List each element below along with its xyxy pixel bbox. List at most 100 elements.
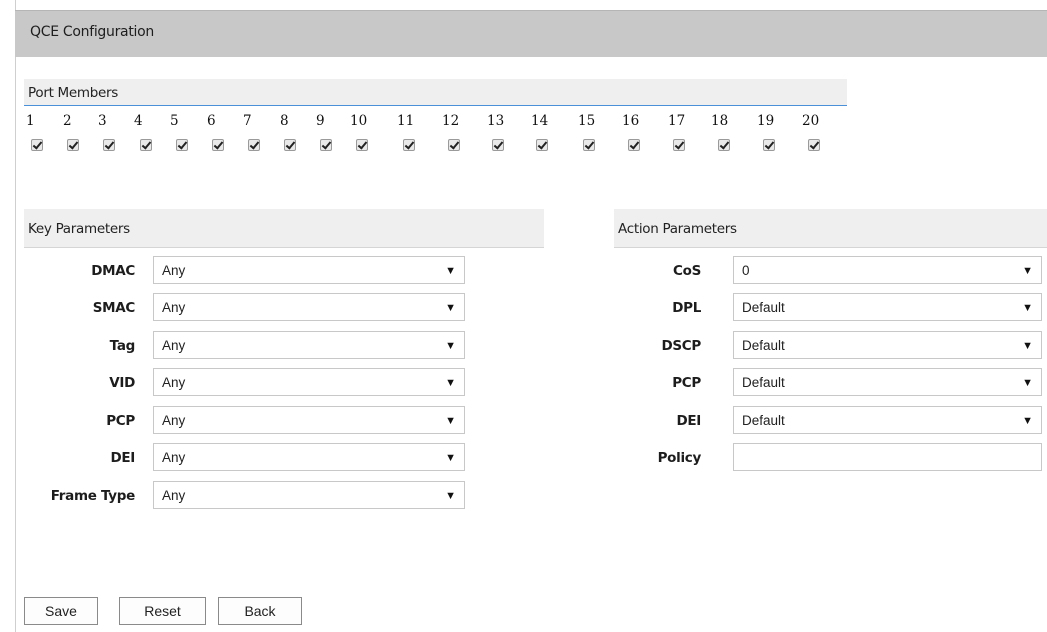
save-button[interactable]: Save bbox=[24, 597, 98, 625]
key-pcp-label: PCP bbox=[106, 413, 135, 429]
title-bar: QCE Configuration bbox=[15, 10, 1047, 57]
port-checkbox-11[interactable] bbox=[403, 139, 415, 151]
action-dscp-select[interactable]: Default ▼ bbox=[733, 331, 1042, 359]
key-dei-label: DEI bbox=[110, 450, 135, 466]
key-frame-type-selected-value: Any bbox=[162, 488, 186, 503]
action-dpl-selected-value: Default bbox=[742, 300, 785, 315]
port-checkbox-16[interactable] bbox=[628, 139, 640, 151]
action-cos-label: CoS bbox=[672, 263, 701, 279]
action-policy-input[interactable] bbox=[733, 443, 1042, 471]
chevron-down-icon: ▼ bbox=[445, 302, 456, 314]
chevron-down-icon: ▼ bbox=[445, 377, 456, 389]
chevron-down-icon: ▼ bbox=[1022, 302, 1033, 314]
port-checkbox-19[interactable] bbox=[763, 139, 775, 151]
port-number-18: 18 bbox=[711, 113, 729, 129]
key-parameters-heading: Key Parameters bbox=[28, 221, 130, 237]
key-tag-select[interactable]: Any ▼ bbox=[153, 331, 465, 359]
key-parameters-header: Key Parameters bbox=[24, 209, 544, 248]
key-dmac-select[interactable]: Any ▼ bbox=[153, 256, 465, 284]
chevron-down-icon: ▼ bbox=[1022, 415, 1033, 427]
port-checkbox-2[interactable] bbox=[67, 139, 79, 151]
port-number-2: 2 bbox=[63, 113, 72, 129]
action-dei-label: DEI bbox=[676, 413, 701, 429]
action-dei-select[interactable]: Default ▼ bbox=[733, 406, 1042, 434]
action-pcp-select[interactable]: Default ▼ bbox=[733, 368, 1042, 396]
port-checkbox-5[interactable] bbox=[176, 139, 188, 151]
port-number-10: 10 bbox=[350, 113, 368, 129]
action-policy-label: Policy bbox=[657, 450, 702, 466]
chevron-down-icon: ▼ bbox=[1022, 377, 1033, 389]
port-number-14: 14 bbox=[531, 113, 549, 129]
port-checkbox-1[interactable] bbox=[31, 139, 43, 151]
port-checkbox-4[interactable] bbox=[140, 139, 152, 151]
key-vid-label: VID bbox=[109, 375, 135, 391]
action-cos-selected-value: 0 bbox=[742, 263, 750, 278]
action-cos-select[interactable]: 0 ▼ bbox=[733, 256, 1042, 284]
action-parameters-header: Action Parameters bbox=[614, 209, 1047, 248]
port-number-13: 13 bbox=[487, 113, 505, 129]
port-checkbox-10[interactable] bbox=[356, 139, 368, 151]
port-checkbox-8[interactable] bbox=[284, 139, 296, 151]
port-checkbox-15[interactable] bbox=[583, 139, 595, 151]
key-frame-type-select[interactable]: Any ▼ bbox=[153, 481, 465, 509]
action-pcp-label: PCP bbox=[672, 375, 701, 391]
key-frame-type-label: Frame Type bbox=[50, 488, 136, 504]
reset-button[interactable]: Reset bbox=[119, 597, 206, 625]
port-checkbox-3[interactable] bbox=[103, 139, 115, 151]
port-number-17: 17 bbox=[668, 113, 686, 129]
port-number-11: 11 bbox=[397, 113, 415, 129]
chevron-down-icon: ▼ bbox=[445, 265, 456, 277]
key-pcp-select[interactable]: Any ▼ bbox=[153, 406, 465, 434]
action-dei-selected-value: Default bbox=[742, 413, 785, 428]
port-checkbox-17[interactable] bbox=[673, 139, 685, 151]
key-vid-select[interactable]: Any ▼ bbox=[153, 368, 465, 396]
key-dei-selected-value: Any bbox=[162, 450, 186, 465]
chevron-down-icon: ▼ bbox=[445, 490, 456, 502]
action-dpl-select[interactable]: Default ▼ bbox=[733, 293, 1042, 321]
port-checkbox-12[interactable] bbox=[448, 139, 460, 151]
key-smac-label: SMAC bbox=[92, 300, 136, 316]
action-pcp-selected-value: Default bbox=[742, 375, 785, 390]
port-number-7: 7 bbox=[243, 113, 252, 129]
page-title: QCE Configuration bbox=[30, 24, 154, 40]
port-number-15: 15 bbox=[578, 113, 596, 129]
chevron-down-icon: ▼ bbox=[1022, 265, 1033, 277]
port-number-4: 4 bbox=[134, 113, 143, 129]
chevron-down-icon: ▼ bbox=[1022, 340, 1033, 352]
action-dscp-label: DSCP bbox=[661, 338, 701, 354]
chevron-down-icon: ▼ bbox=[445, 415, 456, 427]
port-number-6: 6 bbox=[207, 113, 216, 129]
port-checkbox-6[interactable] bbox=[212, 139, 224, 151]
action-dscp-selected-value: Default bbox=[742, 338, 785, 353]
key-dei-select[interactable]: Any ▼ bbox=[153, 443, 465, 471]
port-members-header: Port Members bbox=[24, 79, 847, 106]
key-pcp-selected-value: Any bbox=[162, 413, 186, 428]
port-checkbox-9[interactable] bbox=[320, 139, 332, 151]
key-dmac-selected-value: Any bbox=[162, 263, 186, 278]
chevron-down-icon: ▼ bbox=[445, 340, 456, 352]
port-members-heading: Port Members bbox=[28, 85, 119, 101]
port-number-16: 16 bbox=[622, 113, 640, 129]
port-number-9: 9 bbox=[316, 113, 325, 129]
action-dpl-label: DPL bbox=[672, 300, 701, 316]
action-parameters-heading: Action Parameters bbox=[618, 221, 737, 237]
key-smac-selected-value: Any bbox=[162, 300, 186, 315]
port-number-12: 12 bbox=[442, 113, 460, 129]
port-number-1: 1 bbox=[26, 113, 35, 129]
port-checkbox-13[interactable] bbox=[492, 139, 504, 151]
key-dmac-label: DMAC bbox=[91, 263, 135, 279]
port-number-19: 19 bbox=[757, 113, 775, 129]
back-button[interactable]: Back bbox=[218, 597, 302, 625]
key-tag-label: Tag bbox=[109, 338, 136, 354]
port-checkbox-20[interactable] bbox=[808, 139, 820, 151]
key-tag-selected-value: Any bbox=[162, 338, 186, 353]
port-checkbox-18[interactable] bbox=[718, 139, 730, 151]
port-number-20: 20 bbox=[802, 113, 820, 129]
key-vid-selected-value: Any bbox=[162, 375, 186, 390]
port-number-5: 5 bbox=[170, 113, 179, 129]
port-number-3: 3 bbox=[98, 113, 107, 129]
key-smac-select[interactable]: Any ▼ bbox=[153, 293, 465, 321]
port-checkbox-14[interactable] bbox=[536, 139, 548, 151]
port-checkbox-7[interactable] bbox=[248, 139, 260, 151]
port-number-8: 8 bbox=[280, 113, 289, 129]
